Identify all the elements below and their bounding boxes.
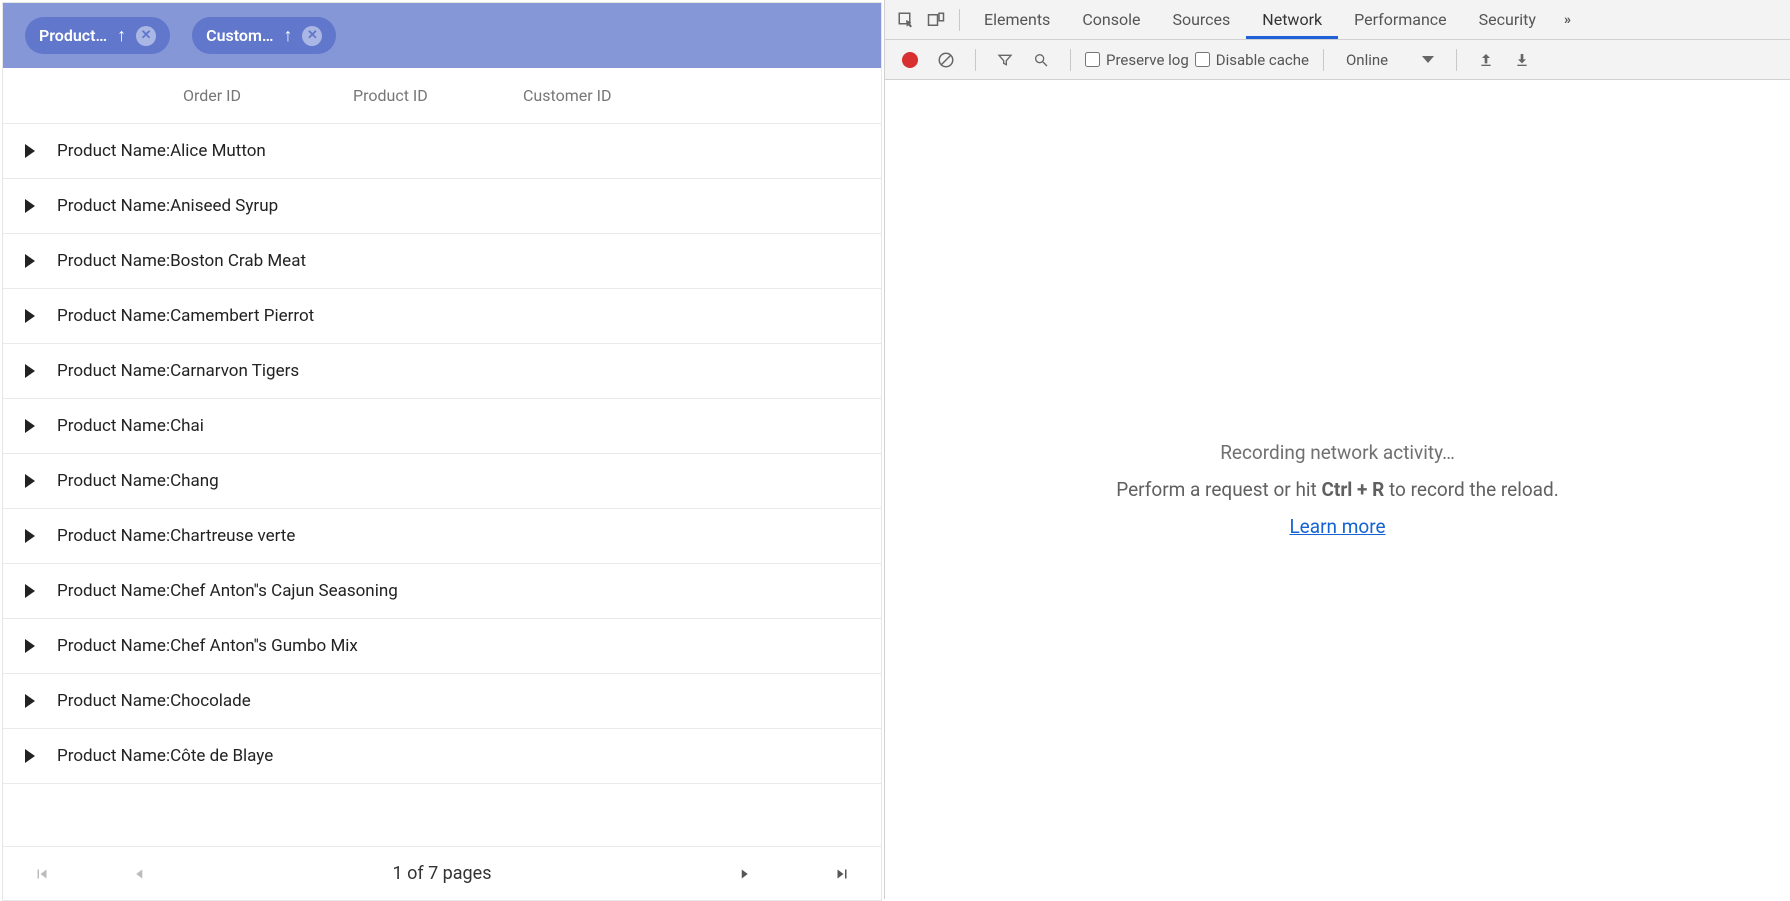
empty-subtitle: Perform a request or hit Ctrl + R to rec… [1116, 478, 1559, 501]
expand-icon[interactable] [25, 749, 35, 763]
group-prefix: Product Name: [57, 306, 170, 326]
expand-icon[interactable] [25, 254, 35, 268]
expand-icon[interactable] [25, 584, 35, 598]
group-prefix: Product Name: [57, 471, 170, 491]
devtools-panel: Elements Console Sources Network Perform… [884, 0, 1790, 899]
tab-network[interactable]: Network [1246, 0, 1338, 39]
expand-icon[interactable] [25, 309, 35, 323]
group-prefix: Product Name: [57, 416, 170, 436]
group-row[interactable]: Product Name: Aniseed Syrup [3, 179, 881, 234]
group-list[interactable]: Product Name: Alice Mutton Product Name:… [3, 124, 881, 846]
group-row[interactable]: Product Name: Chai [3, 399, 881, 454]
expand-icon[interactable] [25, 694, 35, 708]
group-value: Camembert Pierrot [170, 306, 314, 326]
group-prefix: Product Name: [57, 361, 170, 381]
group-value: Chartreuse verte [170, 526, 295, 546]
sort-asc-icon[interactable]: ↑ [117, 25, 126, 46]
throttling-select[interactable]: Online [1338, 46, 1442, 74]
group-chip-label: Custom… [206, 26, 273, 45]
group-value: Chocolade [170, 691, 251, 711]
disable-cache-label: Disable cache [1216, 51, 1309, 69]
learn-more-link[interactable]: Learn more [1289, 515, 1385, 538]
download-har-icon[interactable] [1507, 45, 1537, 75]
column-header-product-id[interactable]: Product ID [353, 86, 523, 105]
group-panel: Product… ↑ ✕ Custom… ↑ ✕ [3, 3, 881, 68]
disable-cache-checkbox[interactable]: Disable cache [1195, 51, 1309, 69]
tab-performance[interactable]: Performance [1338, 0, 1463, 39]
tab-console[interactable]: Console [1066, 0, 1156, 39]
upload-har-icon[interactable] [1471, 45, 1501, 75]
expand-icon[interactable] [25, 474, 35, 488]
group-chip-customer[interactable]: Custom… ↑ ✕ [192, 17, 336, 54]
search-icon[interactable] [1026, 45, 1056, 75]
preserve-log-label: Preserve log [1106, 51, 1189, 69]
devtools-tabstrip: Elements Console Sources Network Perform… [885, 0, 1790, 40]
tab-sources[interactable]: Sources [1156, 0, 1246, 39]
group-row[interactable]: Product Name: Côte de Blaye [3, 729, 881, 784]
group-prefix: Product Name: [57, 746, 170, 766]
expand-icon[interactable] [25, 199, 35, 213]
expand-icon[interactable] [25, 364, 35, 378]
tab-elements[interactable]: Elements [968, 0, 1066, 39]
group-prefix: Product Name: [57, 636, 170, 656]
group-row[interactable]: Product Name: Camembert Pierrot [3, 289, 881, 344]
chevron-down-icon [1422, 56, 1434, 63]
data-grid: Product… ↑ ✕ Custom… ↑ ✕ Order ID Produc… [2, 2, 882, 901]
network-toolbar: Preserve log Disable cache Online [885, 40, 1790, 80]
group-prefix: Product Name: [57, 526, 170, 546]
group-value: Chef Anton''s Gumbo Mix [170, 636, 358, 656]
pager-status: 1 of 7 pages [393, 863, 492, 884]
group-row[interactable]: Product Name: Alice Mutton [3, 124, 881, 179]
group-value: Aniseed Syrup [170, 196, 278, 216]
sort-asc-icon[interactable]: ↑ [283, 25, 292, 46]
device-toggle-icon[interactable] [921, 5, 951, 35]
record-button[interactable] [895, 45, 925, 75]
expand-icon[interactable] [25, 529, 35, 543]
inspect-element-icon[interactable] [891, 5, 921, 35]
expand-icon[interactable] [25, 144, 35, 158]
group-row[interactable]: Product Name: Boston Crab Meat [3, 234, 881, 289]
tabs-overflow-icon[interactable]: » [1552, 12, 1583, 28]
group-value: Carnarvon Tigers [170, 361, 299, 381]
group-value: Chai [170, 416, 204, 436]
close-icon[interactable]: ✕ [302, 26, 322, 46]
pager-next-button[interactable] [735, 865, 753, 883]
column-header-order-id[interactable]: Order ID [183, 86, 353, 105]
expand-icon[interactable] [25, 639, 35, 653]
group-prefix: Product Name: [57, 691, 170, 711]
empty-title: Recording network activity… [1220, 441, 1455, 464]
pager-prev-button[interactable] [131, 865, 149, 883]
group-value: Côte de Blaye [170, 746, 273, 766]
expand-icon[interactable] [25, 419, 35, 433]
column-header-customer-id[interactable]: Customer ID [523, 86, 693, 105]
tab-security[interactable]: Security [1463, 0, 1552, 39]
filter-icon[interactable] [990, 45, 1020, 75]
clear-button[interactable] [931, 45, 961, 75]
group-row[interactable]: Product Name: Carnarvon Tigers [3, 344, 881, 399]
group-row[interactable]: Product Name: Chef Anton''s Cajun Season… [3, 564, 881, 619]
group-value: Chef Anton''s Cajun Seasoning [170, 581, 398, 601]
group-prefix: Product Name: [57, 196, 170, 216]
pager: 1 of 7 pages [3, 846, 881, 900]
group-prefix: Product Name: [57, 141, 170, 161]
group-prefix: Product Name: [57, 581, 170, 601]
pager-first-button[interactable] [33, 865, 51, 883]
group-row[interactable]: Product Name: Chef Anton''s Gumbo Mix [3, 619, 881, 674]
group-value: Chang [170, 471, 219, 491]
group-row[interactable]: Product Name: Chang [3, 454, 881, 509]
group-value: Boston Crab Meat [170, 251, 306, 271]
pager-last-button[interactable] [833, 865, 851, 883]
group-row[interactable]: Product Name: Chartreuse verte [3, 509, 881, 564]
column-header-row: Order ID Product ID Customer ID [3, 68, 881, 124]
group-row[interactable]: Product Name: Chocolade [3, 674, 881, 729]
preserve-log-checkbox[interactable]: Preserve log [1085, 51, 1189, 69]
throttling-value: Online [1346, 51, 1388, 69]
group-value: Alice Mutton [170, 141, 266, 161]
network-empty-state: Recording network activity… Perform a re… [885, 80, 1790, 899]
group-prefix: Product Name: [57, 251, 170, 271]
group-chip-product[interactable]: Product… ↑ ✕ [25, 17, 170, 54]
close-icon[interactable]: ✕ [136, 26, 156, 46]
group-chip-label: Product… [39, 26, 107, 45]
